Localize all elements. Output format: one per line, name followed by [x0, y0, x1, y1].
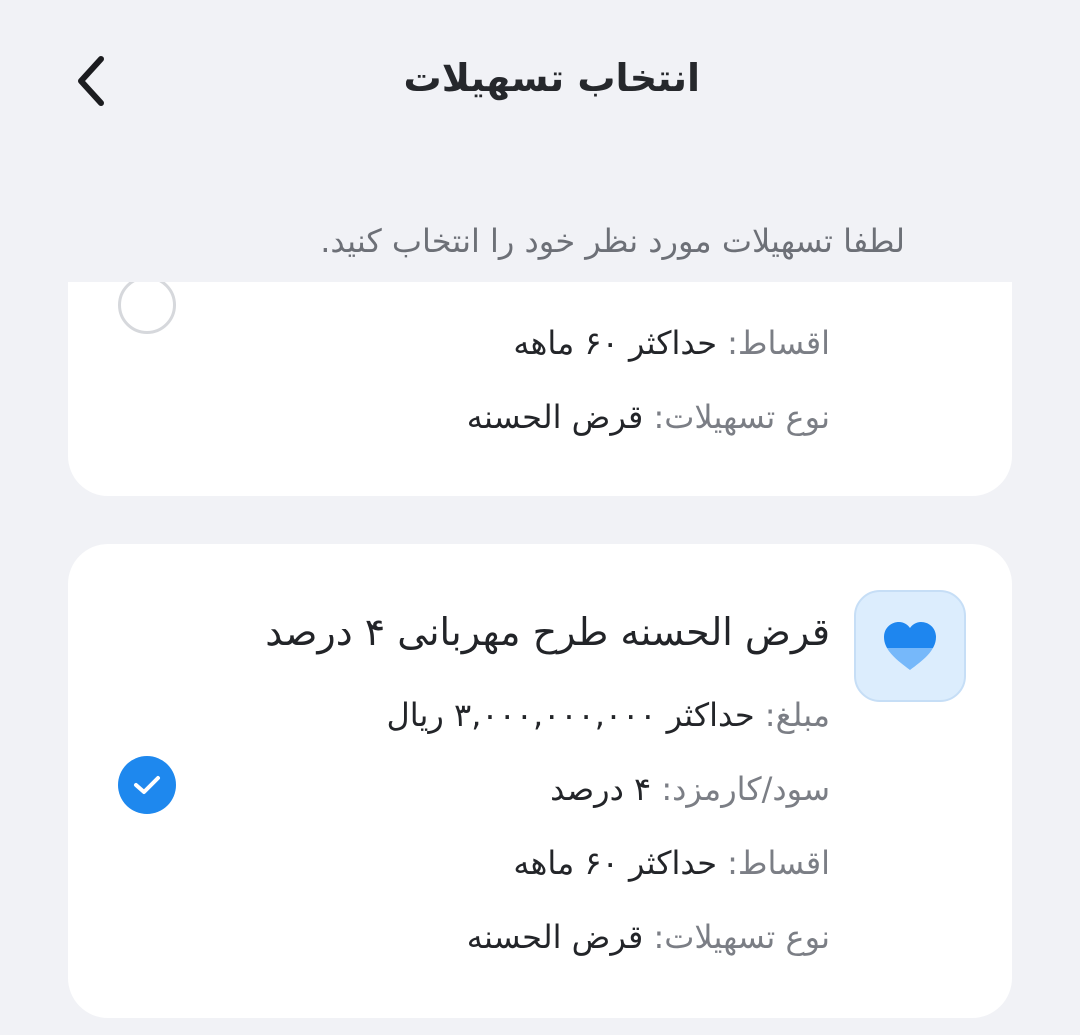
row-value: حداکثر ۶۰ ماهه [513, 324, 717, 362]
radio-selected[interactable] [118, 756, 176, 814]
row-label: نوع تسهیلات: [653, 918, 830, 956]
row-value: قرض الحسنه [466, 918, 644, 956]
row-label: سود/کارمزد: [661, 770, 830, 808]
row-label: مبلغ: [764, 696, 830, 734]
back-button[interactable] [58, 48, 124, 114]
card-row-installments: اقساط: حداکثر ۶۰ ماهه [190, 844, 830, 882]
heart-icon [884, 622, 936, 670]
card-row-amount: مبلغ: حداکثر ۳,۰۰۰,۰۰۰,۰۰۰ ریال [190, 696, 830, 734]
page-title: انتخاب تسهیلات [403, 56, 700, 100]
card-row-type: نوع تسهیلات: قرض الحسنه [190, 918, 830, 956]
instruction-text: لطفا تسهیلات مورد نظر خود را انتخاب کنید… [320, 222, 905, 260]
row-value: قرض الحسنه [466, 398, 644, 436]
screen: انتخاب تسهیلات لطفا تسهیلات مورد نظر خود… [0, 0, 1080, 1035]
card-row-interest: سود/کارمزد: ۴ درصد [190, 770, 830, 808]
row-value: حداکثر ۳,۰۰۰,۰۰۰,۰۰۰ ریال [386, 696, 755, 734]
facility-icon-box [854, 590, 966, 702]
radio-unselected[interactable] [118, 282, 176, 334]
check-icon [134, 776, 160, 794]
row-label: اقساط: [727, 324, 830, 362]
facility-list[interactable]: اقساط: حداکثر ۶۰ ماهه نوع تسهیلات: قرض ا… [0, 282, 1080, 1035]
row-value: ۴ درصد [550, 770, 652, 808]
chevron-left-icon [78, 56, 104, 106]
row-value: حداکثر ۶۰ ماهه [513, 844, 717, 882]
card-row-type: نوع تسهیلات: قرض الحسنه [190, 398, 830, 436]
facility-card-selected[interactable]: قرض الحسنه طرح مهربانی ۴ درصد مبلغ: حداک… [68, 544, 1012, 1018]
header: انتخاب تسهیلات [0, 0, 1080, 165]
row-label: نوع تسهیلات: [653, 398, 830, 436]
facility-card[interactable]: اقساط: حداکثر ۶۰ ماهه نوع تسهیلات: قرض ا… [68, 282, 1012, 496]
facility-title: قرض الحسنه طرح مهربانی ۴ درصد [265, 610, 830, 654]
row-label: اقساط: [727, 844, 830, 882]
card-row-installments: اقساط: حداکثر ۶۰ ماهه [190, 324, 830, 362]
